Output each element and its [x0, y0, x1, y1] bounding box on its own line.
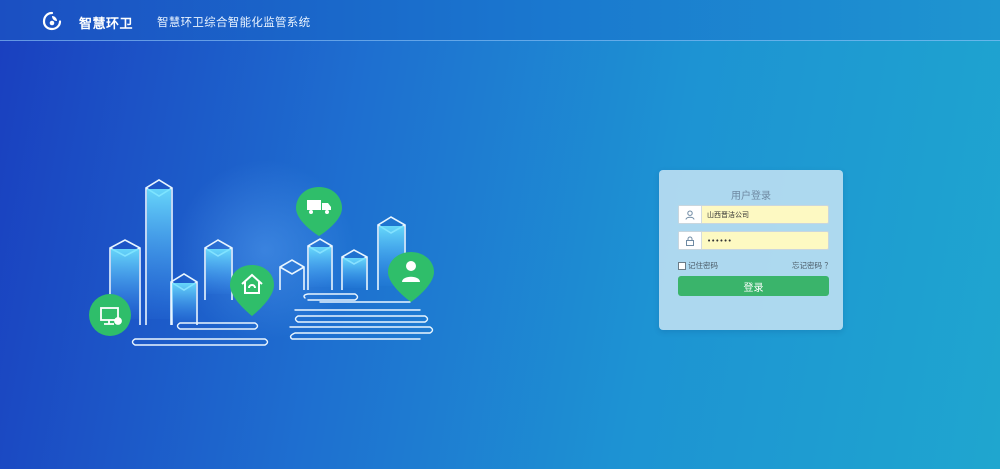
login-panel: 用户登录: [659, 170, 843, 330]
password-input[interactable]: [707, 233, 825, 248]
system-title: 智慧环卫综合智能化监管系统: [157, 15, 311, 29]
username-input[interactable]: [707, 207, 825, 222]
logo-icon: [42, 11, 62, 31]
city-illustration: [89, 160, 434, 346]
remember-password[interactable]: 记住密码: [678, 260, 718, 271]
remember-checkbox[interactable]: [678, 261, 686, 270]
brand-name: 智慧环卫: [79, 17, 134, 32]
monitor-marker: [89, 294, 131, 336]
top-bar: 智慧环卫 智慧环卫综合智能化监管系统: [0, 0, 1000, 41]
forgot-password-link[interactable]: 忘记密码 ？: [792, 260, 832, 271]
password-field[interactable]: [678, 231, 829, 250]
login-title: 用户登录: [731, 191, 771, 202]
worker-marker: [388, 252, 434, 302]
login-button[interactable]: 登录: [678, 276, 829, 296]
user-icon: [679, 206, 702, 223]
lock-icon: [679, 232, 702, 249]
remember-label: 记住密码: [688, 261, 718, 270]
username-field[interactable]: [678, 205, 829, 224]
